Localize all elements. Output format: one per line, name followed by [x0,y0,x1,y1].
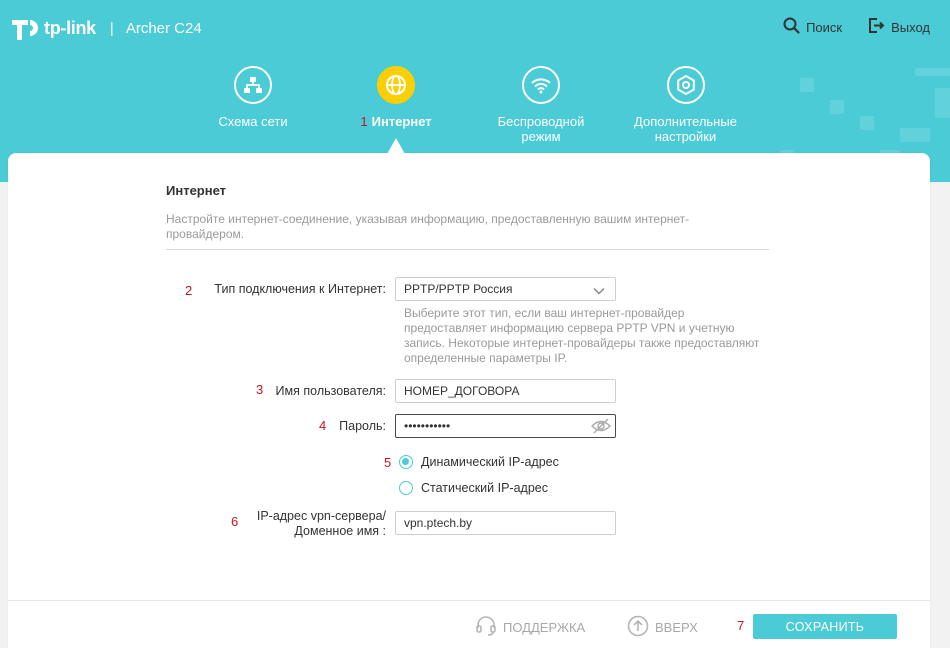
radio-static-ip-label: Статический IP-адрес [421,481,548,495]
tab-internet[interactable]: 1 Интернет [346,66,446,129]
radio-dynamic-ip-label: Динамический IP-адрес [421,455,559,469]
vpn-server-input[interactable] [395,511,616,535]
top-actions: Поиск Выход [783,17,930,37]
tp-link-logo-icon [8,12,40,44]
tab-advanced-label-line2: настройки [654,129,717,144]
tab-network-map[interactable]: Схема сети [203,66,303,129]
save-button[interactable]: СОХРАНИТЬ [753,614,897,639]
vpn-server-label-line1: IP-адрес vpn-сервера/ [256,509,386,523]
back-to-top-link[interactable]: ВВЕРХ [627,615,698,640]
support-label: ПОДДЕРЖКА [503,620,586,635]
radio-static-ip[interactable]: Статический IP-адрес [399,481,548,495]
search-label: Поиск [806,19,843,35]
tp-link-logo: tp-link | Archer C24 [8,12,202,44]
tab-internet-label: Интернет [371,114,432,129]
gear-icon [666,66,705,104]
password-input[interactable]: ••••••••••• [395,414,616,438]
logout-button[interactable]: Выход [868,17,930,37]
connection-type-value: PPTP/PPTP Россия [404,282,513,296]
tab-network-map-label: Схема сети [218,114,288,129]
connection-type-select[interactable]: PPTP/PPTP Россия [395,277,616,301]
back-to-top-label: ВВЕРХ [655,620,698,635]
connection-type-hint: Выберите этот тип, если ваш интернет-про… [404,306,760,365]
search-button[interactable]: Поиск [783,17,842,37]
tab-wireless-label-line1: Беспроводной [497,114,585,129]
support-link[interactable]: ПОДДЕРЖКА [475,615,585,640]
divider [166,249,769,250]
logout-icon [868,17,885,37]
content-card: Интернет Настройте интернет-соединение, … [8,153,930,648]
annotation-2: 2 [185,283,193,298]
logout-label: Выход [891,19,930,35]
tab-wireless[interactable]: Беспроводной режим [486,66,596,144]
vpn-server-label-line2: Доменное имя : [294,524,386,538]
footer-bar: ПОДДЕРЖКА ВВЕРХ 7 СОХРАНИТЬ [8,600,930,648]
radio-static-ip-indicator[interactable] [399,481,413,495]
tab-advanced[interactable]: Дополнительные настройки [628,66,743,144]
model-name: Archer C24 [125,19,202,37]
annotation-1: 1 [360,114,368,129]
main-nav: Схема сети 1 Интернет Беспроводной режим … [0,66,950,156]
connection-type-label: Тип подключения к Интернет: [214,282,386,296]
logo-separator: | [109,19,114,37]
search-icon [783,17,800,37]
wifi-icon [522,66,560,104]
logo-text: tp-link [44,17,96,38]
password-label: Пароль: [339,419,386,433]
annotation-5: 5 [384,455,392,470]
chevron-down-icon [593,284,605,298]
username-input[interactable] [395,379,616,403]
arrow-up-circle-icon [627,615,649,640]
username-label: Имя пользователя: [275,384,386,398]
annotation-7: 7 [737,618,745,633]
page-title: Интернет [166,183,227,198]
page-description: Настройте интернет-соединение, указывая … [166,212,690,241]
tab-advanced-label-line1: Дополнительные [634,114,737,129]
headset-icon [475,615,497,640]
globe-icon [377,66,415,104]
password-value: ••••••••••• [404,419,451,433]
vpn-server-label: IP-адрес vpn-сервера/ Доменное имя : [236,509,386,539]
radio-dynamic-ip[interactable]: Динамический IP-адрес [399,455,559,469]
eye-slash-icon[interactable] [591,418,611,437]
active-tab-pointer [387,138,405,154]
network-map-icon [234,66,272,104]
tab-wireless-label-line2: режим [521,129,561,144]
radio-dynamic-ip-indicator[interactable] [399,455,413,469]
